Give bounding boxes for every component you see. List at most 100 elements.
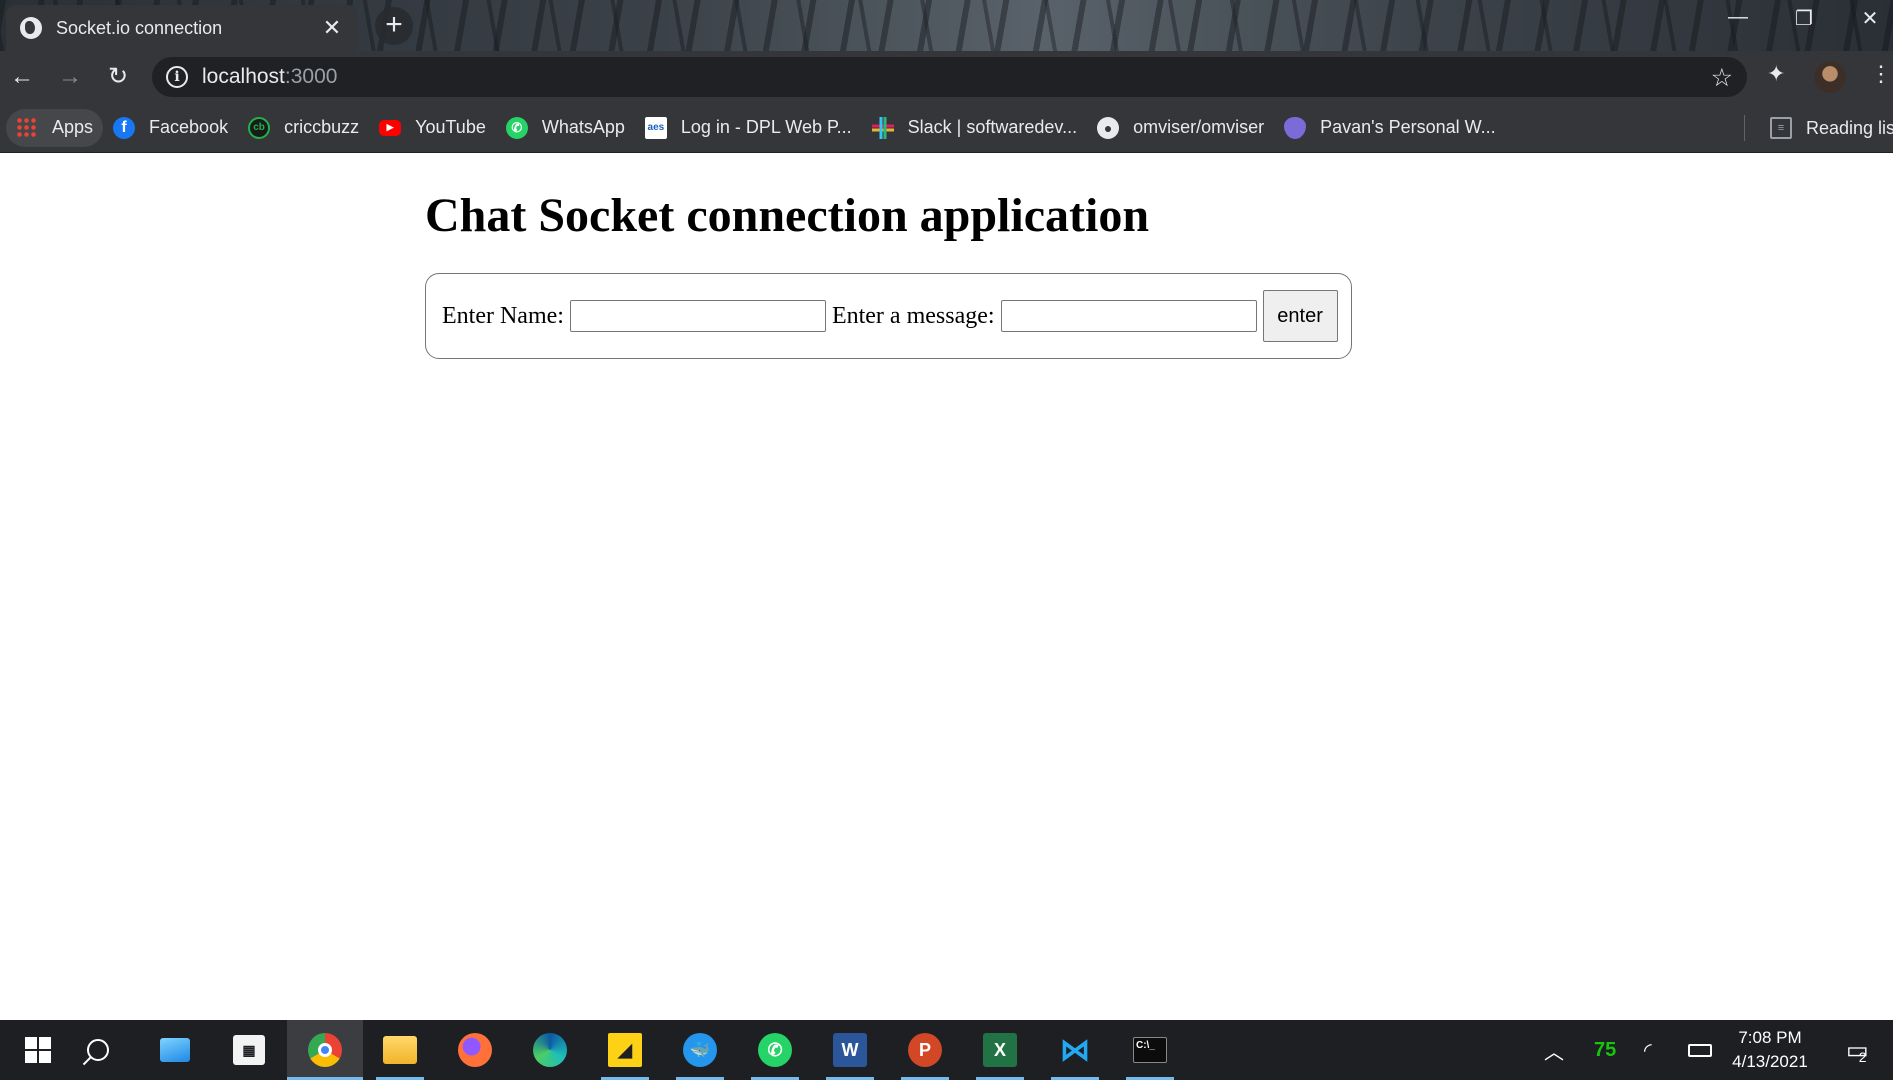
back-button[interactable]: ← <box>6 61 38 93</box>
github-icon: ● <box>1097 116 1120 139</box>
reload-button[interactable]: ↻ <box>102 61 134 93</box>
taskbar-store[interactable]: ▦ <box>211 1020 287 1080</box>
slack-icon <box>871 116 894 139</box>
minimize-button[interactable]: — <box>1715 6 1761 29</box>
bookmark-github[interactable]: ● omviser/omviser <box>1087 109 1274 147</box>
search-icon <box>87 1039 109 1061</box>
store-icon: ▦ <box>233 1035 265 1065</box>
battery-glyph <box>1688 1043 1712 1057</box>
bookmark-label: Pavan's Personal W... <box>1320 117 1496 137</box>
bookmark-youtube[interactable]: ▶ YouTube <box>369 109 496 147</box>
vscode-icon: ⋈ <box>1060 1033 1090 1067</box>
restore-button[interactable]: ❐ <box>1781 6 1827 31</box>
page-title: Chat Socket connection application <box>425 189 1150 242</box>
powerpoint-icon: P <box>908 1033 942 1067</box>
taskbar: ▦ ◢ 🐳 ✆ W P X ⋈ C:\_ ︿ 75 ◜ 7:08 PM 4/13… <box>0 1020 1893 1080</box>
message-input[interactable] <box>1000 300 1257 332</box>
taskbar-firefox[interactable] <box>437 1020 513 1080</box>
name-label: Enter Name: <box>442 302 564 329</box>
folder-icon <box>383 1036 417 1064</box>
browser-toolbar: ← → ↻ i localhost :3000 ☆ ✦ ⋮ <box>0 51 1893 103</box>
taskbar-powerpoint[interactable]: P <box>887 1020 963 1080</box>
battery-meter[interactable]: 75 <box>1594 1020 1616 1080</box>
close-window-button[interactable]: ✕ <box>1847 6 1893 31</box>
taskbar-vscode[interactable]: ⋈ <box>1037 1020 1113 1080</box>
forward-button[interactable]: → <box>54 61 86 93</box>
tab-close-icon[interactable]: ✕ <box>320 15 344 41</box>
bookmark-criccbuzz[interactable]: cb criccbuzz <box>238 109 369 147</box>
battery-icon[interactable] <box>1688 1020 1712 1080</box>
page-content: Chat Socket connection application Enter… <box>0 154 1893 1020</box>
excel-icon: X <box>983 1033 1017 1067</box>
windows-icon <box>25 1037 51 1063</box>
whatsapp-icon: ✆ <box>758 1033 792 1067</box>
tab-socket-io-connection[interactable]: Socket.io connection ✕ <box>6 5 358 51</box>
computer-icon <box>160 1038 190 1062</box>
avatar[interactable] <box>1814 61 1846 93</box>
apps-grid-icon <box>16 116 38 139</box>
taskbar-excel[interactable]: X <box>962 1020 1038 1080</box>
taskbar-whatsapp[interactable]: ✆ <box>737 1020 813 1080</box>
bookmark-label: WhatsApp <box>541 117 625 137</box>
bookmark-label: Slack | softwaredev... <box>907 117 1078 137</box>
search-button[interactable] <box>60 1020 136 1080</box>
whatsapp-icon: ✆ <box>505 116 528 139</box>
bookmark-pavan-personal[interactable]: Pavan's Personal W... <box>1274 109 1506 147</box>
bookmark-apps[interactable]: Apps <box>6 108 104 147</box>
battery-percent: 75 <box>1594 1038 1617 1061</box>
bookmark-label: Apps <box>52 117 94 137</box>
bookmarks-bar: Apps f Facebook cb criccbuzz ▶ YouTube ✆… <box>0 103 1893 153</box>
bookmark-label: Facebook <box>149 117 229 137</box>
taskbar-this-pc[interactable] <box>137 1020 213 1080</box>
chrome-icon <box>308 1033 342 1067</box>
message-label: Enter a message: <box>831 302 995 329</box>
clock-date: 4/13/2021 <box>1732 1052 1808 1071</box>
bookmark-whatsapp[interactable]: ✆ WhatsApp <box>496 109 635 147</box>
bookmark-facebook[interactable]: f Facebook <box>103 109 238 147</box>
menu-icon[interactable]: ⋮ <box>1870 61 1892 87</box>
browser-tab-strip: Socket.io connection ✕ + — ❐ ✕ <box>0 0 1893 51</box>
docker-icon: 🐳 <box>683 1033 717 1067</box>
taskbar-edge[interactable] <box>512 1020 588 1080</box>
wifi-icon[interactable]: ◜ <box>1644 1020 1652 1080</box>
enter-button[interactable]: enter <box>1262 290 1338 342</box>
show-hidden-icons[interactable]: ︿ <box>1544 1020 1564 1080</box>
taskbar-file-explorer[interactable] <box>362 1020 438 1080</box>
clock[interactable]: 7:08 PM 4/13/2021 <box>1720 1026 1820 1074</box>
clock-time: 7:08 PM <box>1738 1028 1802 1047</box>
firefox-icon <box>458 1033 492 1067</box>
wifi-glyph: ◜ <box>1644 1039 1652 1062</box>
taskbar-word[interactable]: W <box>812 1020 888 1080</box>
word-icon: W <box>833 1033 867 1067</box>
reading-list-icon: ≡ <box>1770 117 1792 139</box>
address-bar[interactable]: i localhost :3000 ☆ <box>152 57 1747 97</box>
edge-icon <box>533 1033 567 1067</box>
extensions-icon[interactable]: ✦ <box>1767 61 1785 87</box>
bookmark-slack[interactable]: Slack | softwaredev... <box>862 109 1087 147</box>
facebook-icon: f <box>113 116 136 139</box>
bookmark-dpl-login[interactable]: aes Log in - DPL Web P... <box>635 109 862 147</box>
taskbar-terminal[interactable]: C:\_ <box>1112 1020 1188 1080</box>
bookmarks-divider <box>1744 115 1745 141</box>
reading-list-label: Reading list <box>1806 117 1893 138</box>
aes-icon: aes <box>644 116 667 139</box>
bookmark-label: Log in - DPL Web P... <box>680 117 852 137</box>
taskbar-sticky-notes[interactable]: ◢ <box>587 1020 663 1080</box>
star-icon[interactable]: ☆ <box>1711 63 1733 93</box>
taskbar-docker[interactable]: 🐳 <box>662 1020 738 1080</box>
url-port: :3000 <box>284 65 338 88</box>
terminal-icon: C:\_ <box>1133 1037 1167 1063</box>
site-info-icon[interactable]: i <box>166 66 188 88</box>
taskbar-chrome[interactable] <box>287 1020 363 1080</box>
name-input[interactable] <box>569 300 826 332</box>
reading-list-button[interactable]: ≡ Reading list <box>1760 109 1893 147</box>
new-tab-button[interactable]: + <box>375 7 413 45</box>
bookmark-label: omviser/omviser <box>1133 117 1265 137</box>
sticky-notes-icon: ◢ <box>608 1033 642 1067</box>
bookmark-label: criccbuzz <box>284 117 360 137</box>
notification-count: 2 <box>1858 1049 1867 1065</box>
eye-icon <box>1284 116 1307 139</box>
notifications-button[interactable]: ▭ 2 <box>1846 1020 1869 1080</box>
chat-form: Enter Name: Enter a message: enter <box>425 273 1352 359</box>
cricbuzz-icon: cb <box>248 116 271 139</box>
